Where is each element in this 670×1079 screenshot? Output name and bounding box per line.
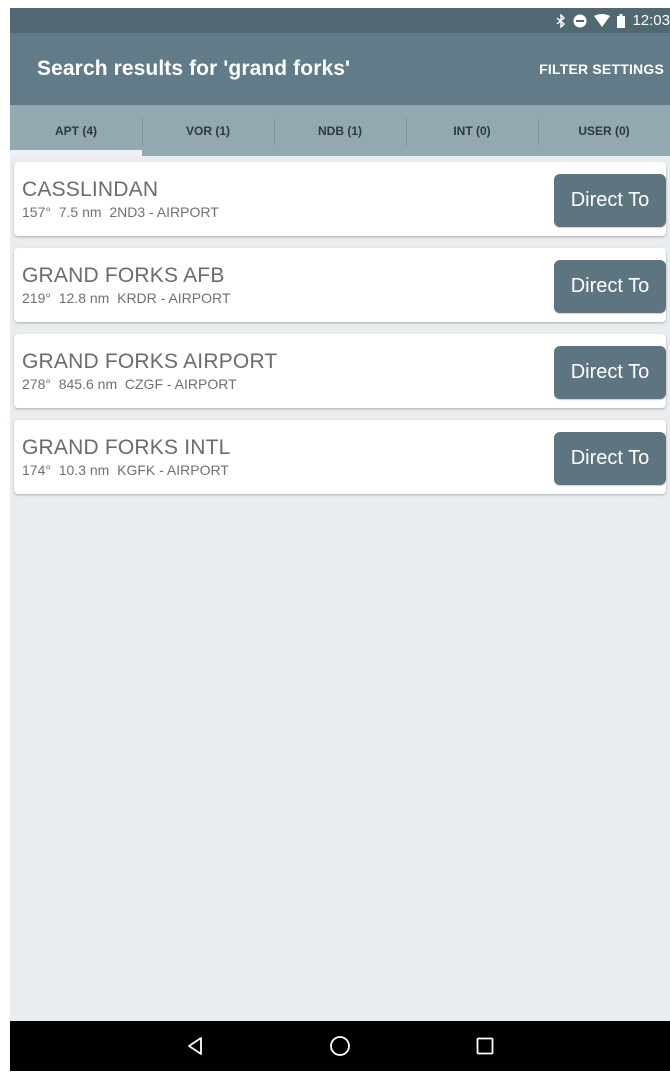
list-item-info: GRAND FORKS INTL 174° 10.3 nm KGFK - AIR…: [22, 436, 231, 478]
waypoint-name: GRAND FORKS AFB: [22, 264, 225, 287]
tab-apt[interactable]: APT (4): [10, 105, 142, 156]
waypoint-detail: 157° 7.5 nm 2ND3 - AIRPORT: [22, 204, 219, 220]
bluetooth-icon: [556, 13, 566, 28]
list-item-info: CASSLINDAN 157° 7.5 nm 2ND3 - AIRPORT: [22, 178, 219, 220]
waypoint-name: CASSLINDAN: [22, 178, 159, 201]
direct-to-button[interactable]: Direct To: [554, 173, 666, 227]
tab-user[interactable]: USER (0): [538, 105, 670, 156]
list-item-info: GRAND FORKS AFB 219° 12.8 nm KRDR - AIRP…: [22, 264, 230, 306]
recents-icon: [476, 1037, 494, 1055]
back-button[interactable]: [123, 1036, 268, 1056]
tab-ndb[interactable]: NDB (1): [274, 105, 406, 156]
home-button[interactable]: [268, 1035, 413, 1057]
tab-int[interactable]: INT (0): [406, 105, 538, 156]
direct-to-button[interactable]: Direct To: [554, 259, 666, 313]
filter-settings-button[interactable]: FILTER SETTINGS: [539, 61, 664, 77]
status-time: 12:03: [632, 12, 670, 29]
waypoint-name: GRAND FORKS INTL: [22, 436, 231, 459]
waypoint-detail: 219° 12.8 nm KRDR - AIRPORT: [22, 290, 231, 306]
navigation-bar: [10, 1021, 670, 1071]
waypoint-detail: 278° 845.6 nm CZGF - AIRPORT: [22, 376, 237, 392]
page-title: Search results for 'grand forks': [37, 57, 351, 80]
app-bar: Search results for 'grand forks' FILTER …: [10, 33, 670, 105]
device-screen: 12:03 Search results for 'grand forks' F…: [10, 8, 670, 1071]
list-item-info: GRAND FORKS AIRPORT 278° 845.6 nm CZGF -…: [22, 350, 277, 392]
tab-vor[interactable]: VOR (1): [142, 105, 274, 156]
waypoint-name: GRAND FORKS AIRPORT: [22, 350, 278, 373]
battery-icon: [617, 13, 626, 28]
list-item[interactable]: CASSLINDAN 157° 7.5 nm 2ND3 - AIRPORT Di…: [14, 162, 666, 236]
wifi-icon: [594, 14, 611, 27]
direct-to-button[interactable]: Direct To: [554, 431, 666, 485]
do-not-disturb-icon: [573, 14, 587, 28]
list-item[interactable]: GRAND FORKS AIRPORT 278° 845.6 nm CZGF -…: [14, 334, 666, 408]
results-list: CASSLINDAN 157° 7.5 nm 2ND3 - AIRPORT Di…: [10, 156, 670, 494]
back-icon: [188, 1037, 202, 1055]
home-icon: [330, 1036, 350, 1056]
list-item[interactable]: GRAND FORKS AFB 219° 12.8 nm KRDR - AIRP…: [14, 248, 666, 322]
status-bar: 12:03: [10, 8, 670, 33]
waypoint-detail: 174° 10.3 nm KGFK - AIRPORT: [22, 462, 229, 478]
direct-to-button[interactable]: Direct To: [554, 345, 666, 399]
recents-button[interactable]: [413, 1037, 558, 1055]
list-item[interactable]: GRAND FORKS INTL 174° 10.3 nm KGFK - AIR…: [14, 420, 666, 494]
waypoint-type-tabs: APT (4) VOR (1) NDB (1) INT (0) USER (0): [10, 105, 670, 156]
